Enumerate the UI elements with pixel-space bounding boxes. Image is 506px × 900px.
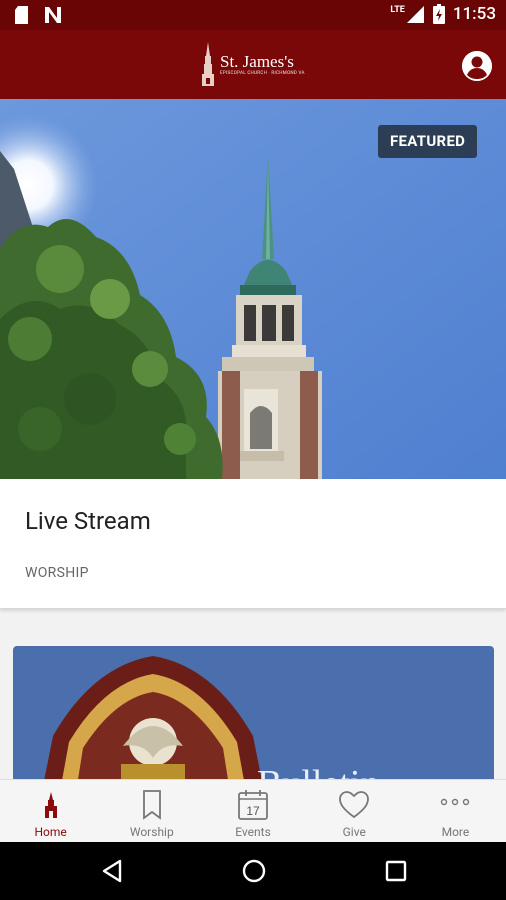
- church-logo[interactable]: St. James's EPISCOPAL CHURCH · RICHMOND …: [200, 42, 305, 86]
- tab-home-label: Home: [34, 825, 67, 839]
- card-category: WORSHIP: [25, 565, 89, 581]
- sd-card-icon: [15, 6, 28, 24]
- card-title: Live Stream: [25, 507, 151, 535]
- back-icon[interactable]: [98, 857, 126, 885]
- profile-button[interactable]: [462, 51, 492, 81]
- tab-events[interactable]: 17 Events: [202, 780, 303, 842]
- app-bar: St. James's EPISCOPAL CHURCH · RICHMOND …: [0, 30, 506, 99]
- more-icon: [441, 798, 470, 806]
- status-bar: LTE 11:53: [0, 0, 506, 30]
- tab-home[interactable]: Home: [0, 780, 101, 842]
- featured-card[interactable]: Live Stream WORSHIP: [0, 479, 506, 609]
- n-notification-icon: [45, 7, 61, 23]
- church-icon: [44, 792, 57, 818]
- church-seal-image: [43, 656, 263, 786]
- system-nav-bar: [0, 842, 506, 900]
- logo-subtitle: EPISCOPAL CHURCH · RICHMOND VA: [220, 70, 305, 76]
- tab-give-label: Give: [342, 825, 366, 839]
- logo-title: St. James's: [220, 51, 294, 71]
- battery-icon: [432, 4, 445, 24]
- recents-icon[interactable]: [382, 857, 410, 885]
- network-type: LTE: [390, 5, 405, 15]
- calendar-day: 17: [246, 804, 260, 818]
- bookmark-icon: [142, 790, 161, 820]
- account-icon: [462, 51, 492, 81]
- featured-badge: FEATURED: [378, 125, 478, 158]
- tab-more[interactable]: More: [405, 780, 506, 842]
- clock: 11:53: [452, 4, 496, 24]
- tab-worship-label: Worship: [129, 825, 174, 839]
- tab-events-label: Events: [235, 825, 271, 839]
- app-screen: LTE 11:53 St. James's EPISCOPAL CHURCH ·…: [0, 0, 506, 900]
- calendar-icon: 17: [238, 790, 268, 820]
- tab-give[interactable]: Give: [304, 780, 405, 842]
- featured-image[interactable]: FEATURED: [0, 99, 506, 479]
- heart-icon: [339, 791, 370, 819]
- home-icon[interactable]: [240, 857, 268, 885]
- bulletin-card[interactable]: Bulletin: [13, 646, 494, 786]
- tab-more-label: More: [441, 825, 470, 839]
- steeple-logo-icon: [202, 42, 214, 86]
- bottom-tab-bar: Home Worship 17 Events Give More: [0, 779, 506, 842]
- signal-icon: [406, 6, 424, 23]
- tab-worship[interactable]: Worship: [101, 780, 202, 842]
